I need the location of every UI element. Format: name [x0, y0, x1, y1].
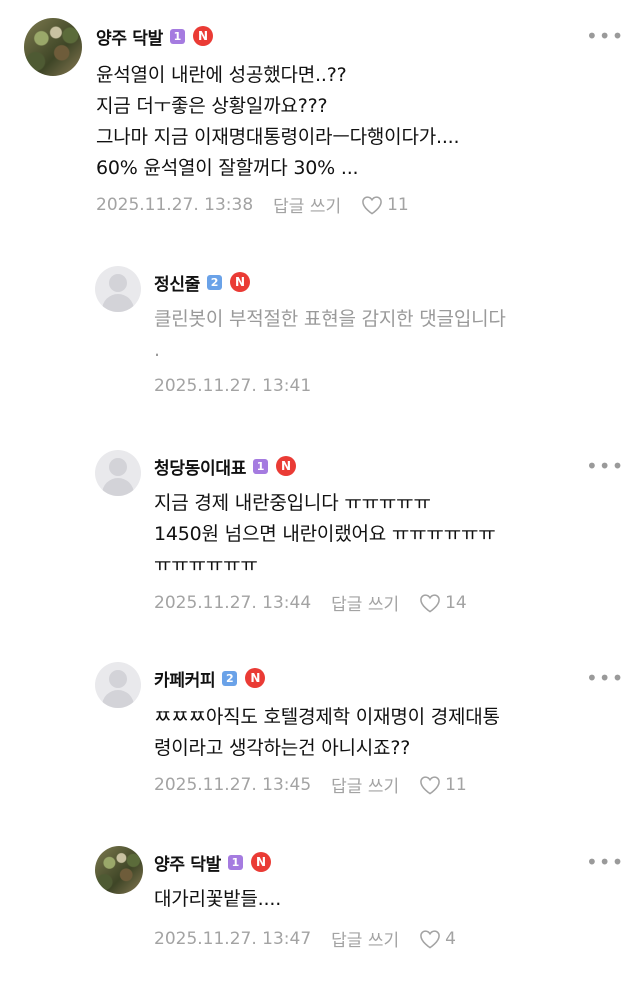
- timestamp: 2025.11.27. 13:38: [96, 194, 254, 215]
- new-badge: N: [230, 272, 251, 292]
- like-button[interactable]: 14: [419, 593, 467, 613]
- avatar[interactable]: [95, 846, 143, 894]
- avatar[interactable]: [95, 450, 141, 496]
- nickname[interactable]: 양주 닥발: [154, 850, 221, 875]
- timestamp: 2025.11.27. 13:44: [154, 592, 312, 613]
- like-button[interactable]: 4: [419, 929, 456, 949]
- level-badge: 1: [253, 458, 269, 474]
- avatar[interactable]: [95, 662, 141, 708]
- new-badge: N: [276, 456, 297, 476]
- nickname[interactable]: 양주 닥발: [96, 24, 163, 49]
- heart-icon: [420, 775, 440, 795]
- new-badge: N: [192, 26, 213, 46]
- like-button[interactable]: 11: [361, 195, 409, 215]
- new-badge: N: [250, 852, 271, 872]
- timestamp: 2025.11.27. 13:47: [154, 928, 312, 949]
- comment-text: ㅉㅉㅉ아직도 호텔경제학 이재명이 경제대통 령이라고 생각하는건 아니시죠??: [154, 706, 500, 759]
- comment-text: 윤석열이 내란에 성공했다면..?? 지금 더ㅜ좋은 상황일까요??? 그나마 …: [96, 64, 460, 179]
- heart-icon: [420, 593, 440, 613]
- like-button[interactable]: 11: [419, 775, 467, 795]
- reply-button[interactable]: 답글 쓰기: [331, 772, 399, 797]
- more-options-icon[interactable]: •••: [586, 668, 623, 688]
- heart-icon: [362, 195, 382, 215]
- reply-button[interactable]: 답글 쓰기: [273, 192, 341, 217]
- heart-icon: [420, 929, 440, 949]
- avatar[interactable]: [95, 266, 141, 312]
- like-count: 11: [387, 194, 409, 215]
- nickname[interactable]: 정신줄: [154, 270, 200, 295]
- nickname[interactable]: 카페커피: [154, 666, 216, 691]
- like-count: 14: [445, 592, 467, 613]
- comment-text: 대가리꽃밭들....: [154, 888, 282, 910]
- level-badge: 1: [169, 28, 185, 44]
- nickname[interactable]: 청당동이대표: [154, 454, 246, 479]
- more-options-icon[interactable]: •••: [586, 852, 623, 872]
- new-badge: N: [245, 668, 266, 688]
- level-badge: 2: [222, 670, 238, 686]
- timestamp: 2025.11.27. 13:41: [154, 376, 312, 396]
- level-badge: 1: [227, 854, 243, 870]
- like-count: 11: [445, 774, 467, 795]
- filtered-comment-text: 클린봇이 부적절한 표현을 감지한 댓글입니다 .: [154, 308, 506, 361]
- more-options-icon[interactable]: •••: [586, 456, 623, 476]
- timestamp: 2025.11.27. 13:45: [154, 774, 312, 795]
- like-count: 4: [445, 928, 456, 949]
- reply-button[interactable]: 답글 쓰기: [331, 590, 399, 615]
- reply-button[interactable]: 답글 쓰기: [331, 926, 399, 951]
- level-badge: 2: [207, 274, 223, 290]
- comment-text: 지금 경제 내란중입니다 ㅠㅠㅠㅠㅠ 1450원 넘으면 내란이랬어요 ㅠㅠㅠㅠ…: [154, 492, 496, 576]
- more-options-icon[interactable]: •••: [586, 26, 623, 46]
- avatar[interactable]: [24, 18, 82, 76]
